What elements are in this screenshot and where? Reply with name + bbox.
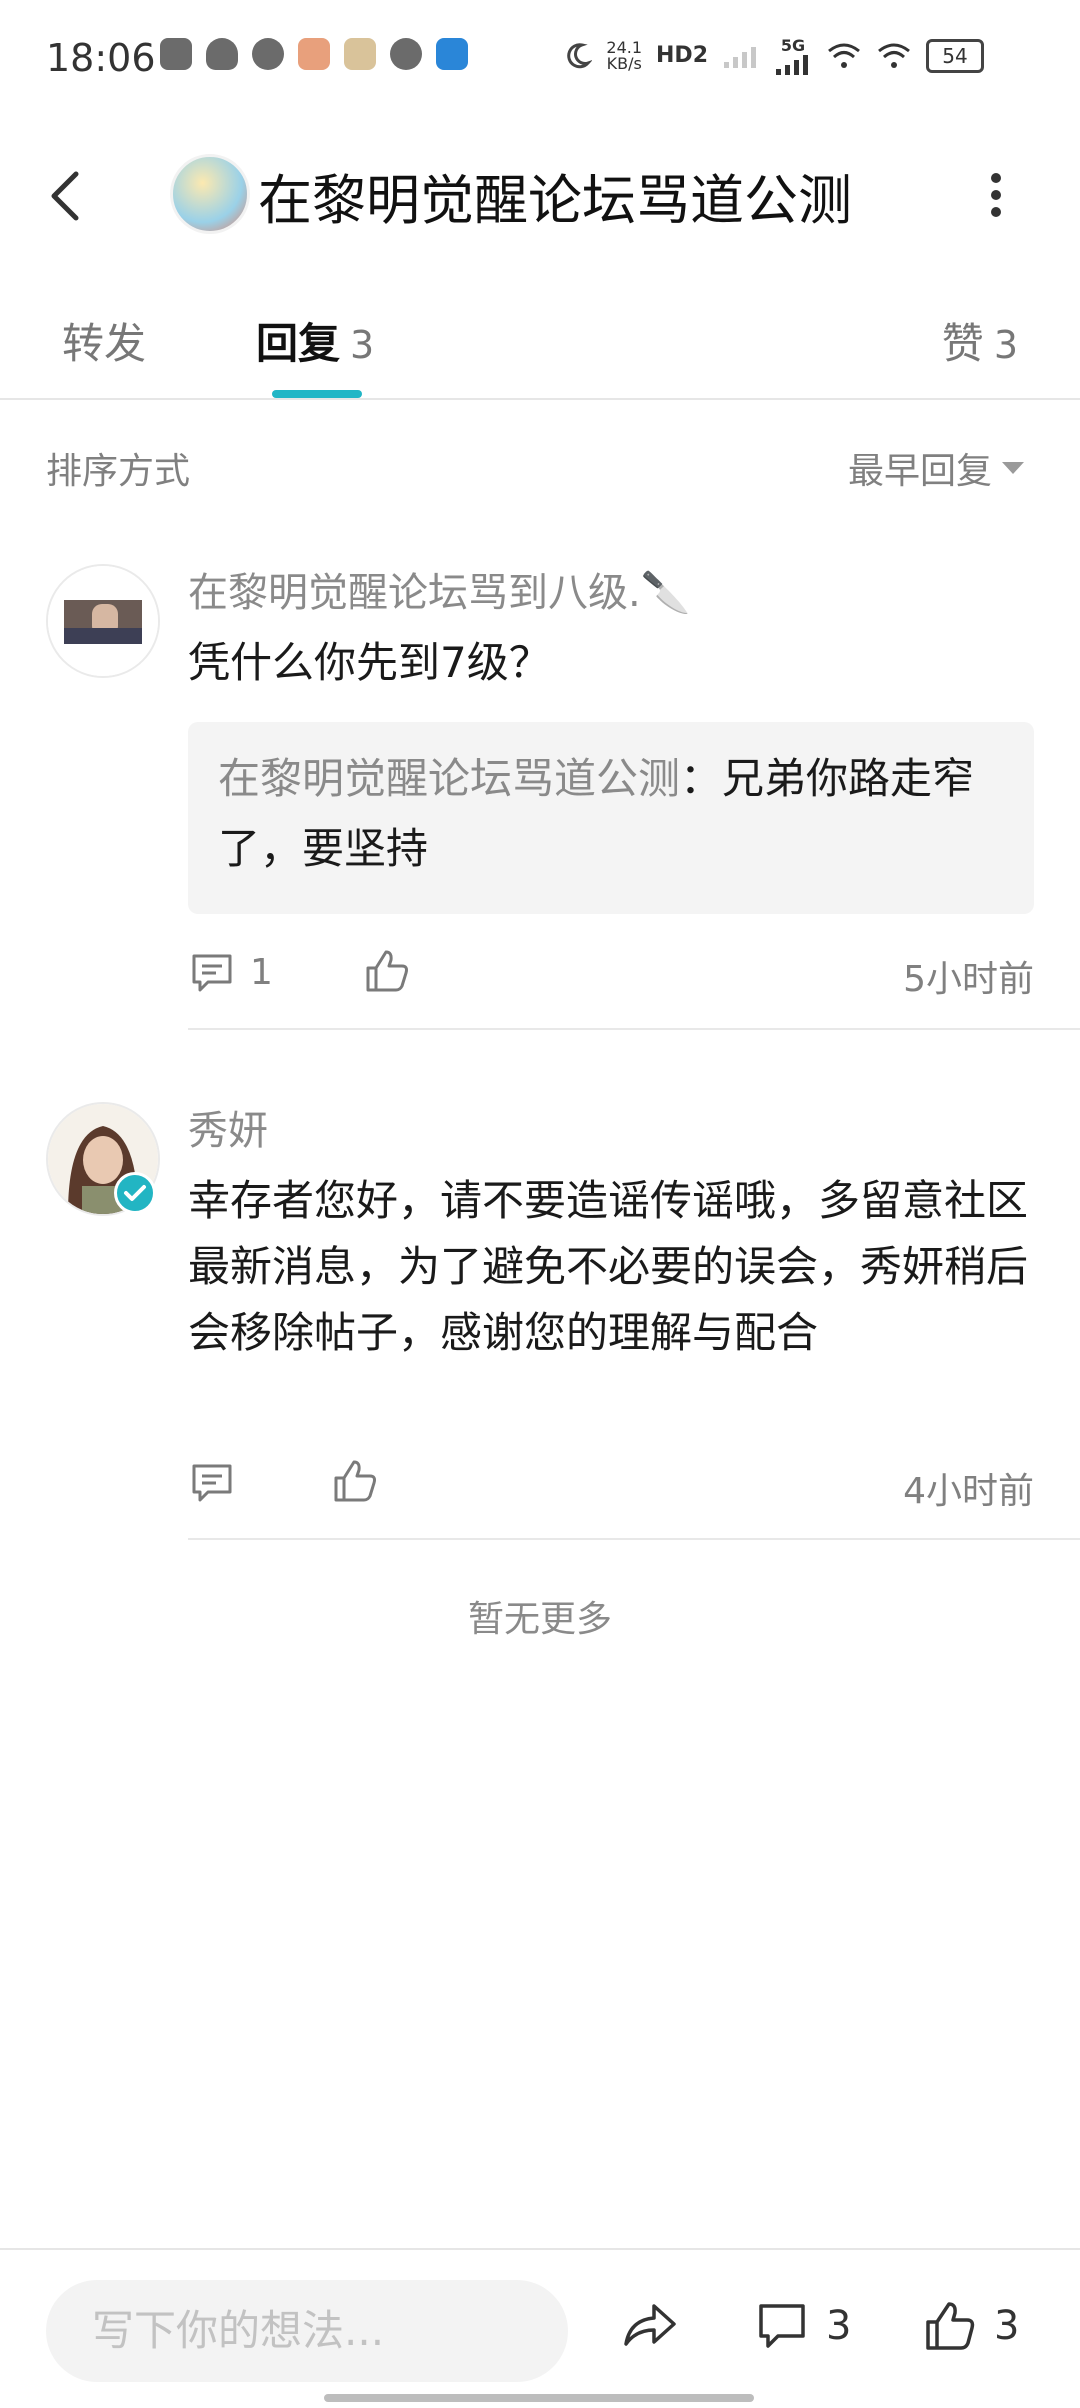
tab-label: 回复 (256, 319, 341, 368)
comment-icon (759, 2304, 805, 2348)
tab-label: 赞 (941, 319, 984, 368)
signal-weak-icon (724, 46, 756, 68)
weibo-icon (390, 38, 422, 70)
battery-icon: 54 (926, 38, 984, 73)
avatar-image (48, 566, 158, 676)
comment-time: 5小时前 (903, 959, 1034, 1000)
avatar[interactable] (46, 564, 160, 678)
share-icon (624, 2304, 676, 2346)
net-speed: 24.1 KB/s (606, 39, 642, 73)
divider (0, 2248, 1080, 2250)
comment-author[interactable]: 在黎明觉醒论坛骂到八级.🔪 (188, 560, 691, 618)
system-icons: 24.1 KB/s HD2 5G 54 (562, 36, 984, 75)
quote-author: 在黎明觉醒论坛骂道公测 (218, 754, 681, 803)
net-speed-unit: KB/s (606, 53, 642, 73)
divider (0, 398, 1080, 400)
like-count: 3 (994, 2303, 1020, 2349)
hd-label: HD2 (656, 43, 708, 68)
page-title: 在黎明觉醒论坛骂道公测 (258, 169, 852, 232)
header: 在黎明觉醒论坛骂道公测 (0, 130, 1080, 260)
tab-repost[interactable]: 转发 (62, 310, 146, 371)
comment-time: 4小时前 (903, 1471, 1034, 1512)
tab-count: 3 (350, 323, 375, 367)
like-icon (926, 2302, 975, 2350)
sort-label: 排序方式 (46, 451, 191, 492)
app-icon (160, 38, 192, 70)
more-icon[interactable] (990, 170, 1002, 220)
like-icon[interactable] (332, 1458, 378, 1504)
comment-text: 幸存者您好，请不要造谣传谣哦，多留意社区最新消息，为了避免不必要的误会，秀妍稍后… (188, 1176, 1029, 1357)
game-icon (344, 38, 376, 70)
tab-replies[interactable]: 回复 3 (256, 310, 374, 371)
wifi-icon (878, 43, 910, 68)
signal-icon (776, 55, 808, 75)
moon-icon (567, 42, 593, 68)
tab-bar: 转发 回复 3 赞3 (0, 290, 1080, 400)
share-button[interactable] (620, 2300, 680, 2352)
comment-count: 3 (826, 2303, 852, 2349)
no-more-text: 暂无更多 (467, 1599, 612, 1640)
active-tab-indicator (272, 390, 362, 398)
sort-value: 最早回复 (847, 451, 992, 492)
post-author-avatar[interactable] (170, 154, 250, 234)
qq-icon (206, 38, 238, 70)
divider (188, 1028, 1080, 1030)
reply-count: 1 (250, 951, 273, 993)
signal-5g: 5G (774, 36, 812, 75)
tab-label: 转发 (62, 319, 147, 368)
comment-text: 凭什么你先到7级？ (188, 638, 551, 687)
back-icon[interactable] (44, 168, 84, 224)
divider (188, 1538, 1080, 1540)
wechat-icon (252, 38, 284, 70)
network-type: 5G (780, 36, 806, 55)
comment-icon[interactable] (190, 1460, 234, 1504)
notification-icons (160, 38, 468, 70)
status-time: 18:06 (46, 36, 156, 80)
reply-button[interactable]: 1 (190, 950, 273, 994)
comment-author[interactable]: 秀妍 (188, 1098, 268, 1156)
wifi-icon (828, 43, 860, 68)
chevron-down-icon (1002, 462, 1024, 474)
game-icon (298, 38, 330, 70)
verified-icon (114, 1172, 156, 1214)
tab-count: 3 (993, 323, 1018, 367)
like-button[interactable]: 3 (924, 2300, 1019, 2352)
comment-input[interactable]: 写下你的想法... (46, 2280, 568, 2382)
app-icon (436, 38, 468, 70)
comments-button[interactable]: 3 (756, 2300, 851, 2352)
quoted-reply[interactable]: 在黎明觉醒论坛骂道公测：兄弟你路走窄了，要坚持 (188, 722, 1034, 914)
sort-dropdown[interactable]: 最早回复 (848, 442, 1024, 494)
comment-icon (192, 954, 232, 992)
home-indicator[interactable] (324, 2394, 754, 2402)
like-icon[interactable] (364, 948, 410, 994)
tab-likes[interactable]: 赞3 (942, 310, 1018, 371)
status-bar: 18:06 24.1 KB/s HD2 5G 54 (0, 0, 1080, 120)
